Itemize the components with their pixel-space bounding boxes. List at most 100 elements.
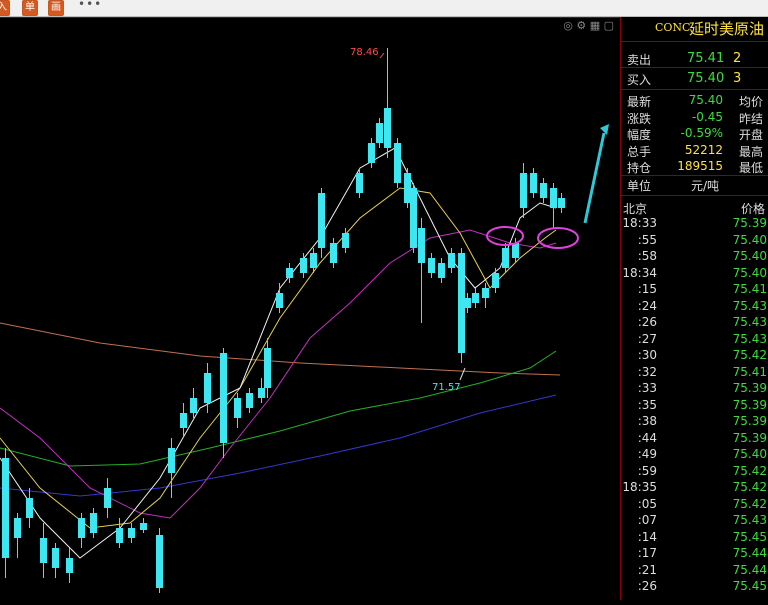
candle-down <box>482 288 489 298</box>
candle-down <box>458 253 465 353</box>
stat-label: 幅度 <box>627 128 652 142</box>
candle-down <box>418 228 425 263</box>
tick-time: 18:33 <box>622 216 657 230</box>
tick-price: 75.43 <box>732 513 767 527</box>
high-price-label: 78.46 <box>350 47 379 58</box>
draw-button[interactable]: 画 <box>48 0 64 16</box>
tick-time: :14 <box>637 529 657 544</box>
candle-down <box>104 488 111 508</box>
ma10-line <box>0 187 557 529</box>
stat-value: 52212 <box>684 142 723 157</box>
stat-value: 75.40 <box>688 93 723 107</box>
ma60-line <box>0 350 557 467</box>
tick-time: :32 <box>637 364 657 379</box>
candle-down <box>26 498 33 518</box>
tick-price: 75.43 <box>732 315 767 329</box>
candle-down <box>14 518 21 538</box>
tick-time: :15 <box>637 282 657 296</box>
tick-price: 75.40 <box>732 447 767 461</box>
settings-icon[interactable]: ⚙ <box>576 19 586 32</box>
candle-down <box>140 523 147 530</box>
tick-price: 75.43 <box>732 298 767 313</box>
tick-price: 75.45 <box>732 529 767 544</box>
candle-down <box>90 513 97 533</box>
trend-arrow <box>583 132 606 224</box>
eye-icon[interactable]: ◎ <box>563 19 573 32</box>
tick-price: 75.42 <box>732 496 767 511</box>
candle-down <box>438 263 445 278</box>
ticks-time-header: 北京 <box>623 202 648 216</box>
window-icon[interactable]: ▢ <box>604 19 614 32</box>
kline-chart[interactable]: ◎ ⚙ ▦ ▢ 78.46 71.57 <box>0 17 620 601</box>
candle-down <box>502 248 509 268</box>
tick-time: :44 <box>637 430 657 445</box>
chart-tools: ◎ ⚙ ▦ ▢ <box>563 19 614 32</box>
tick-price: 75.40 <box>732 249 767 263</box>
candle-down <box>472 293 479 303</box>
tick-price: 75.44 <box>732 546 767 560</box>
stat-value: 189515 <box>677 159 723 173</box>
buy-qty: 3 <box>733 71 742 86</box>
tick-time: :55 <box>637 232 657 247</box>
buy-label: 买入 <box>627 73 652 87</box>
tick-time: :21 <box>637 562 657 577</box>
candle-down <box>404 173 411 203</box>
candle-down <box>264 348 271 388</box>
candle-down <box>168 448 175 473</box>
tick-time: :05 <box>637 496 657 511</box>
stat-label-2: 均价 <box>738 95 763 109</box>
ma5-line <box>0 147 557 559</box>
candle-down <box>190 398 197 413</box>
stat-label-2: 最高 <box>738 144 763 159</box>
unit-value: 元/吨 <box>691 179 720 193</box>
tick-time: :38 <box>637 414 657 428</box>
candle-down <box>492 273 499 288</box>
candle-down <box>448 253 455 268</box>
candle-down <box>300 258 307 273</box>
candle-down <box>66 558 73 573</box>
low-price-label: 71.57 <box>432 382 461 393</box>
candle-down <box>258 388 265 398</box>
candle-down <box>286 268 293 278</box>
layout-icon[interactable]: ▦ <box>590 19 600 32</box>
candle-down <box>330 243 337 263</box>
stat-label: 总手 <box>627 144 652 159</box>
candle-down <box>368 143 375 163</box>
tick-time: :24 <box>637 298 657 313</box>
tick-time: 18:35 <box>622 480 657 494</box>
tick-time: :49 <box>637 447 657 461</box>
candle-down <box>180 413 187 428</box>
candle-down <box>318 193 325 248</box>
candle-down <box>52 548 59 568</box>
tick-price: 75.39 <box>732 414 767 428</box>
annotation-circle <box>537 227 579 249</box>
candle-down <box>204 373 211 403</box>
more-icon[interactable]: ••• <box>78 0 102 11</box>
toolbar: 入 单 画 ••• <box>0 0 768 17</box>
stat-label: 持仓 <box>627 161 652 175</box>
order-button[interactable]: 单 <box>22 0 38 16</box>
tick-price: 75.42 <box>732 348 767 362</box>
quote-panel: CONC 延时美原油 卖出 75.41 2 买入 75.40 3 最新 75.40… <box>620 17 768 600</box>
enter-button[interactable]: 入 <box>0 0 10 16</box>
candle-down <box>116 528 123 543</box>
sell-qty: 2 <box>733 51 742 66</box>
tick-time: :59 <box>637 463 657 478</box>
annotation-circle <box>486 226 524 246</box>
candle-down <box>356 173 363 193</box>
tick-time: :26 <box>637 579 657 593</box>
tick-time: :35 <box>637 397 657 412</box>
candle-down <box>128 528 135 538</box>
kline-svg: 78.46 71.57 <box>0 47 609 593</box>
ticks-price-header: 价格 <box>740 202 765 216</box>
tick-price: 75.44 <box>732 562 767 577</box>
candle-down <box>78 518 85 538</box>
tick-price: 75.41 <box>732 282 767 296</box>
tick-price: 75.43 <box>732 331 767 346</box>
sell-price: 75.41 <box>687 51 725 66</box>
stat-label-2: 昨结 <box>738 111 763 126</box>
ma20-line <box>0 229 557 519</box>
candle-down <box>310 253 317 268</box>
stat-label: 最新 <box>627 95 652 109</box>
unit-label: 单位 <box>627 179 652 193</box>
